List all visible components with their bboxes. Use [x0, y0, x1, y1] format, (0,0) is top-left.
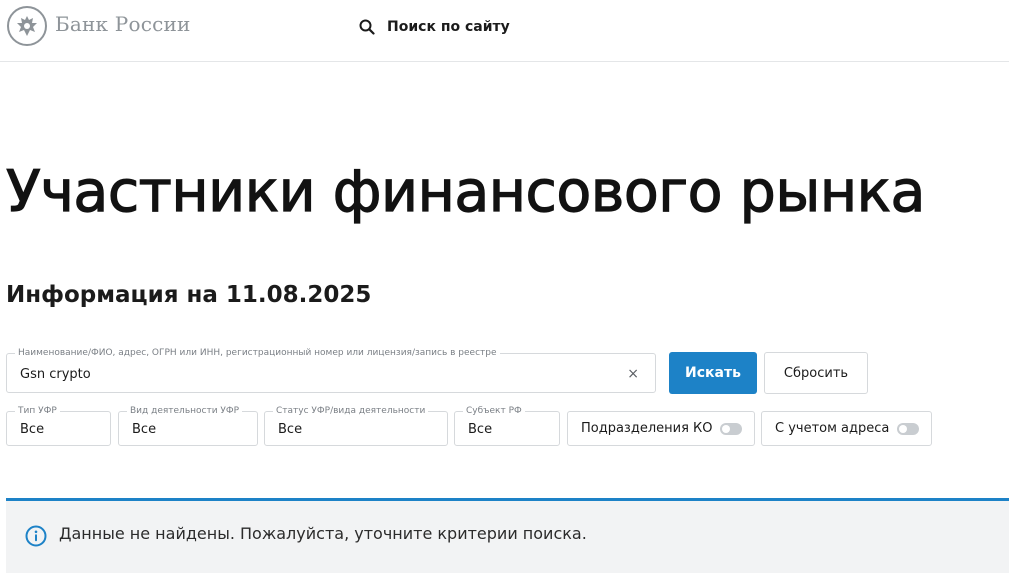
search-icon	[359, 19, 375, 35]
filter-activity-type[interactable]: Вид деятельности УФР Все	[118, 405, 258, 446]
filter-value: Все	[132, 422, 157, 437]
filter-status[interactable]: Статус УФР/вида деятельности Все	[264, 405, 448, 446]
page: Банк России Поиск по сайту Участники фин…	[0, 0, 1009, 573]
filter-label: Тип УФР	[15, 405, 60, 417]
site-search-link[interactable]: Поиск по сайту	[359, 16, 510, 38]
info-date-heading: Информация на 11.08.2025	[6, 282, 372, 308]
notice-text: Данные не найдены. Пожалуйста, уточните …	[59, 524, 587, 543]
filter-ufr-type[interactable]: Тип УФР Все	[6, 405, 111, 446]
site-header: Банк России Поиск по сайту	[0, 0, 1009, 62]
not-found-notice: Данные не найдены. Пожалуйста, уточните …	[6, 501, 1009, 573]
toggle-knob	[722, 425, 730, 433]
site-logo-text[interactable]: Банк России	[55, 12, 191, 36]
search-field-label: Наименование/ФИО, адрес, ОГРН или ИНН, р…	[15, 347, 500, 359]
toggle-switch[interactable]	[720, 423, 742, 435]
toggle-label: Подразделения КО	[581, 421, 713, 436]
clear-icon[interactable]: ×	[627, 366, 639, 382]
toggle-label: С учетом адреса	[775, 421, 890, 436]
toggle-knob	[899, 425, 907, 433]
site-search-label: Поиск по сайту	[387, 19, 510, 35]
filter-region[interactable]: Субъект РФ Все	[454, 405, 560, 446]
filter-value: Все	[20, 422, 45, 437]
toggle-ko-divisions[interactable]: Подразделения КО	[567, 411, 755, 446]
filter-label: Вид деятельности УФР	[127, 405, 243, 417]
filter-value: Все	[278, 422, 303, 437]
toggle-switch[interactable]	[897, 423, 919, 435]
search-input-value[interactable]: Gsn crypto	[20, 367, 91, 382]
toggle-address[interactable]: С учетом адреса	[761, 411, 932, 446]
info-icon	[25, 525, 47, 547]
search-field[interactable]: Наименование/ФИО, адрес, ОГРН или ИНН, р…	[6, 347, 656, 393]
filter-value: Все	[468, 422, 493, 437]
bank-emblem-logo[interactable]	[7, 6, 47, 46]
filter-label: Субъект РФ	[463, 405, 525, 417]
filter-label: Статус УФР/вида деятельности	[273, 405, 429, 417]
reset-button[interactable]: Сбросить	[764, 352, 868, 394]
eagle-emblem-icon	[17, 16, 37, 36]
page-title: Участники финансового рынка	[5, 158, 926, 225]
search-submit-button[interactable]: Искать	[669, 352, 757, 394]
